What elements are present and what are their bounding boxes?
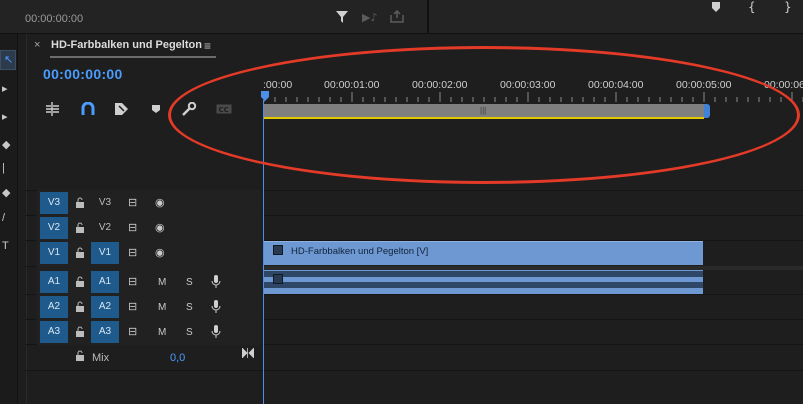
panel-menu-icon[interactable]: ≡: [204, 39, 211, 53]
go-to-end-icon[interactable]: [242, 348, 254, 358]
source-patch-a1[interactable]: A1: [40, 271, 68, 293]
filter-icon[interactable]: [336, 11, 348, 23]
solo-button[interactable]: S: [186, 302, 193, 313]
panel-divider: [427, 0, 429, 34]
svg-text:{: {: [748, 0, 756, 14]
microphone-icon[interactable]: [211, 300, 221, 314]
sequence-tab-title[interactable]: HD-Farbbalken und Pegelton: [51, 39, 202, 51]
audio-waveform-band: [263, 271, 703, 277]
eye-icon[interactable]: ◉: [155, 221, 165, 234]
sync-lock-icon[interactable]: ⊟: [128, 275, 137, 288]
sync-lock-icon[interactable]: ⊟: [128, 246, 137, 259]
video-clip-label: HD-Farbbalken und Pegelton [V]: [291, 246, 429, 257]
red-annotation-ellipse: [168, 46, 800, 184]
program-tools: { }: [710, 0, 803, 21]
mix-track-label: Mix: [92, 352, 110, 364]
lock-icon[interactable]: [75, 222, 85, 233]
source-timecode: 00:00:00:00: [25, 13, 84, 25]
close-tab-icon[interactable]: ×: [34, 39, 40, 51]
track-divider: [26, 370, 803, 371]
track-header-area: [37, 190, 262, 345]
source-patch-v3[interactable]: V3: [40, 192, 68, 214]
eye-icon[interactable]: ◉: [155, 246, 165, 259]
marker-icon[interactable]: [151, 104, 161, 114]
solo-button[interactable]: S: [186, 277, 193, 288]
mute-button[interactable]: M: [158, 302, 166, 313]
hand-icon[interactable]: /: [2, 212, 14, 224]
source-patch-v1[interactable]: V1: [40, 242, 68, 264]
slip-icon[interactable]: |: [2, 162, 14, 174]
ripple-edit-icon[interactable]: ▸: [2, 110, 14, 123]
tools-panel: ↖ ▸ ▸ ◆ | ◆ / T: [0, 34, 18, 404]
source-patch-a2[interactable]: A2: [40, 296, 68, 318]
pen-icon[interactable]: ◆: [2, 186, 14, 199]
sync-lock-icon[interactable]: ⊟: [128, 221, 137, 234]
audio-waveform-band: [263, 282, 703, 288]
mute-button[interactable]: M: [158, 277, 166, 288]
add-marker-icon[interactable]: [712, 2, 720, 12]
clip-fx-badge-icon: [273, 274, 283, 284]
razor-icon[interactable]: ◆: [2, 138, 14, 151]
track-target-v3[interactable]: V3: [91, 192, 119, 214]
lock-icon[interactable]: [75, 276, 85, 287]
eye-icon[interactable]: ◉: [155, 196, 165, 209]
add-marker-icon[interactable]: [114, 102, 130, 116]
mark-out-icon[interactable]: }: [784, 0, 792, 14]
svg-text:}: }: [784, 0, 792, 14]
source-patch-v2[interactable]: V2: [40, 217, 68, 239]
lock-icon[interactable]: [75, 247, 85, 258]
clip-fx-badge-icon: [273, 245, 283, 255]
track-target-a3[interactable]: A3: [91, 321, 119, 343]
audio-drag-icon[interactable]: ▶♪: [362, 11, 377, 24]
track-target-a1[interactable]: A1: [91, 271, 119, 293]
sync-lock-icon[interactable]: ⊟: [128, 325, 137, 338]
svg-text:▶♪: ▶♪: [362, 11, 377, 24]
track-target-v2[interactable]: V2: [91, 217, 119, 239]
selection-tool[interactable]: ↖: [0, 50, 16, 70]
export-frame-icon[interactable]: [390, 9, 404, 23]
track-target-a2[interactable]: A2: [91, 296, 119, 318]
source-patch-a3[interactable]: A3: [40, 321, 68, 343]
mix-volume-value[interactable]: 0,0: [170, 352, 185, 364]
track-select-icon[interactable]: ▸: [2, 82, 14, 95]
solo-button[interactable]: S: [186, 327, 193, 338]
sync-lock-icon[interactable]: ⊟: [128, 300, 137, 313]
lock-icon[interactable]: [75, 350, 85, 361]
mark-in-icon[interactable]: {: [748, 0, 756, 14]
playhead-timecode[interactable]: 00:00:00:00: [43, 66, 123, 82]
lock-icon[interactable]: [75, 301, 85, 312]
sync-lock-icon[interactable]: ⊟: [128, 196, 137, 209]
tab-underline: [50, 56, 216, 58]
microphone-icon[interactable]: [211, 325, 221, 339]
mute-button[interactable]: M: [158, 327, 166, 338]
magnet-linked-selection-icon[interactable]: [81, 102, 95, 116]
track-target-v1[interactable]: V1: [91, 242, 119, 264]
source-tools: ▶♪: [336, 9, 416, 30]
type-tool-icon[interactable]: T: [2, 240, 14, 252]
lock-icon[interactable]: [75, 326, 85, 337]
microphone-icon[interactable]: [211, 275, 221, 289]
snap-in-sequence-icon[interactable]: [45, 102, 61, 116]
selection-arrow-icon: ↖: [4, 54, 14, 66]
lock-icon[interactable]: [75, 197, 85, 208]
